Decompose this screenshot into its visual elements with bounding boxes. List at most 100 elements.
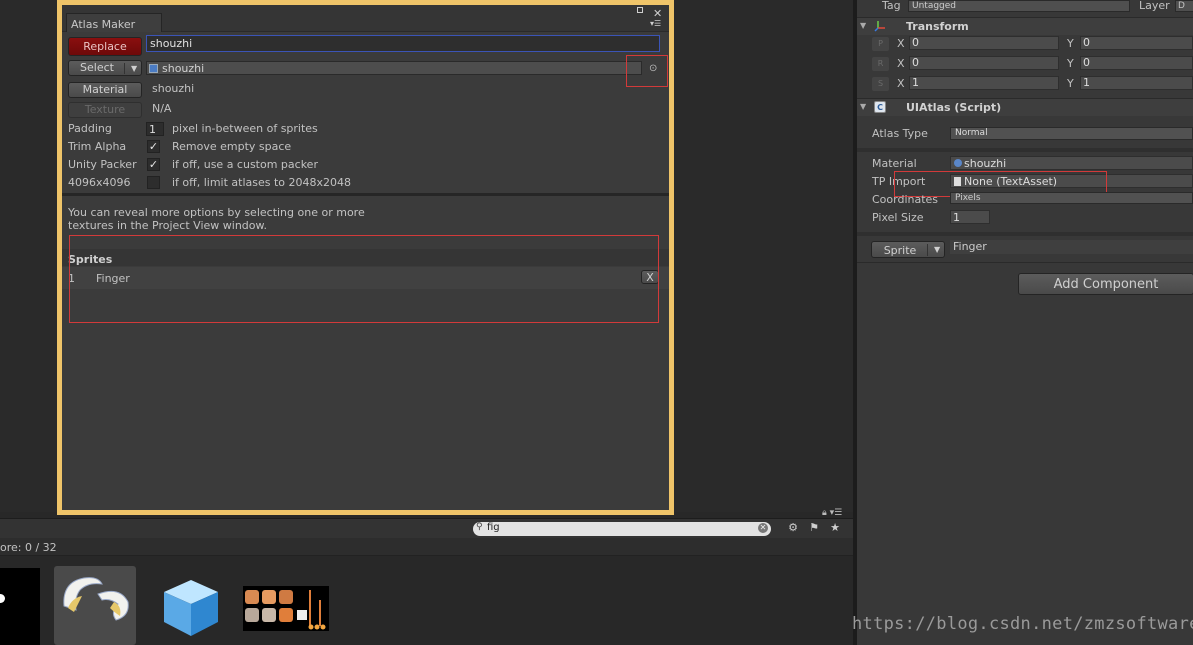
tag-layer-row: Tag Untagged Layer D bbox=[857, 0, 1193, 14]
atlas-name-input[interactable]: shouzhi bbox=[146, 35, 660, 52]
transform-header[interactable]: ▼ Transform bbox=[857, 17, 1193, 35]
pixel-size-label: Pixel Size bbox=[872, 211, 924, 224]
padding-description: pixel in-between of sprites bbox=[172, 122, 318, 135]
sprite-dropdown-button[interactable]: Sprite ▼ bbox=[871, 241, 945, 258]
asset-thumbnail-dark[interactable] bbox=[0, 568, 40, 645]
material-field-value: shouzhi bbox=[964, 157, 1007, 170]
trim-alpha-description: Remove empty space bbox=[172, 140, 292, 153]
transform-title: Transform bbox=[906, 20, 969, 33]
layer-dropdown[interactable]: D bbox=[1175, 0, 1193, 12]
padding-label: Padding bbox=[68, 122, 112, 135]
position-y-field[interactable]: 0 bbox=[1080, 36, 1193, 50]
script-title: UIAtlas (Script) bbox=[906, 101, 1002, 114]
padding-input[interactable]: 1 bbox=[146, 122, 164, 136]
maximize-icon[interactable] bbox=[637, 7, 643, 13]
select-label: Select bbox=[80, 61, 114, 74]
chevron-down-icon: ▼ bbox=[934, 245, 941, 254]
section-divider bbox=[857, 148, 1193, 152]
script-icon: C bbox=[874, 101, 886, 113]
unity-packer-label: Unity Packer bbox=[68, 158, 137, 171]
material-button[interactable]: Material bbox=[68, 82, 142, 98]
dropdown-divider bbox=[124, 63, 125, 74]
add-component-button[interactable]: Add Component bbox=[1018, 273, 1193, 295]
atlas-type-label: Atlas Type bbox=[872, 127, 928, 140]
atlas-object-label: shouzhi bbox=[162, 62, 205, 75]
replace-button[interactable]: Replace bbox=[68, 37, 142, 56]
search-result-status: ore: 0 / 32 bbox=[0, 541, 57, 554]
sprite-field[interactable]: Finger bbox=[950, 240, 1193, 254]
y-axis-label: Y bbox=[1067, 37, 1074, 50]
rotation-y-field[interactable]: 0 bbox=[1080, 56, 1193, 70]
material-value: shouzhi bbox=[152, 82, 195, 95]
annotation-box-picker bbox=[626, 55, 668, 87]
atlas-object-field[interactable]: shouzhi bbox=[146, 61, 642, 75]
max-size-label: 4096x4096 bbox=[68, 176, 131, 189]
clear-search-icon[interactable]: ✕ bbox=[758, 523, 768, 533]
trim-alpha-label: Trim Alpha bbox=[68, 140, 127, 153]
asset-preview-dot bbox=[0, 594, 5, 603]
sprite-button-label: Sprite bbox=[883, 244, 917, 257]
select-button[interactable]: Select ▼ bbox=[68, 60, 142, 76]
info-text: You can reveal more options by selecting… bbox=[68, 206, 365, 232]
cube-thumbnail[interactable] bbox=[160, 576, 222, 638]
material-label: Material bbox=[872, 157, 917, 170]
coordinates-dropdown[interactable]: Pixels bbox=[950, 192, 1193, 204]
coordinates-label: Coordinates bbox=[872, 193, 939, 206]
transform-icon bbox=[874, 21, 885, 32]
window-menu-icon[interactable]: ▾☰ bbox=[650, 19, 661, 28]
tag-dropdown[interactable]: Untagged bbox=[908, 0, 1130, 12]
x-axis-label: X bbox=[897, 37, 905, 50]
search-value: fig bbox=[487, 522, 500, 533]
asset-grid bbox=[0, 556, 853, 645]
annotation-box-sprites bbox=[69, 235, 659, 323]
finger-sprite-thumbnail[interactable] bbox=[58, 568, 134, 628]
position-reset-button[interactable]: P bbox=[872, 37, 889, 51]
material-icon bbox=[954, 159, 962, 167]
tab-atlas-maker[interactable]: Atlas Maker bbox=[66, 13, 162, 32]
project-toolbar: ⚲ fig ✕ ⚙ ⚑ ★ bbox=[0, 518, 853, 538]
lock-icon[interactable]: 🔒︎ ▾☰ bbox=[822, 508, 842, 518]
unity-packer-description: if off, use a custom packer bbox=[172, 158, 318, 171]
material-object-field[interactable]: shouzhi bbox=[950, 156, 1193, 170]
search-icon: ⚲ bbox=[476, 522, 483, 532]
inspector-panel: Tag Untagged Layer D ▼ Transform P X 0 Y… bbox=[857, 0, 1193, 645]
atlas-asset-icon bbox=[149, 64, 158, 73]
tag-label: Tag bbox=[882, 0, 901, 12]
position-x-field[interactable]: 0 bbox=[909, 36, 1059, 50]
filter-by-label-icon[interactable]: ⚑ bbox=[805, 521, 823, 537]
window-tabbar: Atlas Maker ✕ ▾☰ bbox=[62, 5, 669, 32]
texture-value: N/A bbox=[152, 102, 172, 115]
scale-y-field[interactable]: 1 bbox=[1080, 76, 1193, 90]
atlas-maker-window: Atlas Maker ✕ ▾☰ Replace shouzhi Select … bbox=[57, 0, 674, 515]
rotation-x-field[interactable]: 0 bbox=[909, 56, 1059, 70]
max-size-description: if off, limit atlases to 2048x2048 bbox=[172, 176, 352, 189]
section-divider bbox=[857, 262, 1193, 263]
section-divider bbox=[62, 193, 669, 196]
sprite-sheet-thumbnail[interactable] bbox=[243, 586, 329, 631]
project-status-bar: ore: 0 / 32 bbox=[0, 538, 853, 556]
trim-alpha-checkbox[interactable]: ✓ bbox=[147, 140, 160, 153]
y-axis-label: Y bbox=[1067, 77, 1074, 90]
max-size-checkbox[interactable] bbox=[147, 176, 160, 189]
y-axis-label: Y bbox=[1067, 57, 1074, 70]
favorites-icon[interactable]: ★ bbox=[826, 521, 844, 537]
chevron-down-icon: ▼ bbox=[131, 64, 138, 73]
sprite-sheet-preview bbox=[245, 590, 326, 630]
foldout-arrow-icon[interactable]: ▼ bbox=[860, 102, 866, 111]
x-axis-label: X bbox=[897, 77, 905, 90]
project-search-input[interactable]: ⚲ fig ✕ bbox=[473, 522, 771, 536]
rotation-reset-button[interactable]: R bbox=[872, 57, 889, 71]
section-divider bbox=[857, 232, 1193, 236]
atlas-type-dropdown[interactable]: Normal bbox=[950, 127, 1193, 140]
dropdown-divider bbox=[927, 244, 928, 256]
pixel-size-field[interactable]: 1 bbox=[950, 210, 990, 224]
scale-reset-button[interactable]: S bbox=[872, 77, 889, 91]
watermark-text: https://blog.csdn.net/zmzsoftware bbox=[852, 614, 1193, 634]
foldout-arrow-icon[interactable]: ▼ bbox=[860, 21, 866, 30]
unity-packer-checkbox[interactable]: ✓ bbox=[147, 158, 160, 171]
scale-x-field[interactable]: 1 bbox=[909, 76, 1059, 90]
x-axis-label: X bbox=[897, 57, 905, 70]
texture-button[interactable]: Texture bbox=[68, 102, 142, 118]
filter-by-type-icon[interactable]: ⚙ bbox=[784, 521, 802, 537]
uiatlas-script-header[interactable]: ▼ C UIAtlas (Script) bbox=[857, 98, 1193, 116]
